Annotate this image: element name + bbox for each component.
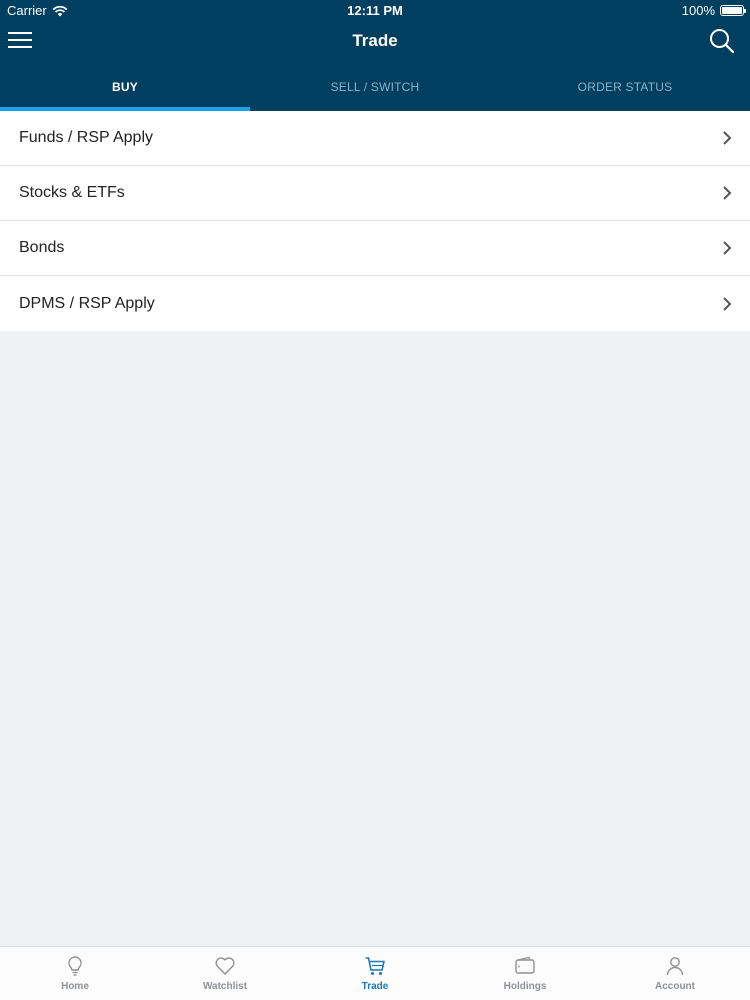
nav-bar: Trade	[0, 22, 750, 62]
bottom-tab-bar: Home Watchlist Trade Holdings Account	[0, 946, 750, 1000]
chevron-right-icon	[723, 186, 732, 200]
clock: 12:11 PM	[347, 3, 403, 18]
tab-bar-home[interactable]: Home	[0, 947, 150, 1000]
tab-order-status[interactable]: ORDER STATUS	[500, 62, 750, 111]
battery-label: 100%	[681, 3, 715, 18]
battery-icon	[720, 5, 746, 16]
tab-bar-label: Trade	[361, 981, 389, 992]
heart-icon	[215, 957, 235, 975]
list-item-dpms-rsp-apply[interactable]: DPMS / RSP Apply	[0, 276, 750, 331]
chevron-right-icon	[723, 241, 732, 255]
tab-bar-watchlist[interactable]: Watchlist	[150, 947, 300, 1000]
chevron-right-icon	[723, 131, 732, 145]
buy-options-list: Funds / RSP Apply Stocks & ETFs Bonds DP…	[0, 111, 750, 331]
tab-strip: BUY SELL / SWITCH ORDER STATUS	[0, 62, 750, 111]
cart-icon	[365, 957, 385, 975]
list-item-bonds[interactable]: Bonds	[0, 221, 750, 276]
tab-bar-trade[interactable]: Trade	[300, 947, 450, 1000]
tab-bar-label: Home	[61, 981, 89, 992]
list-item-stocks-etfs[interactable]: Stocks & ETFs	[0, 166, 750, 221]
tab-bar-label: Holdings	[503, 981, 547, 992]
list-item-label: DPMS / RSP Apply	[19, 294, 155, 312]
battery-indicator: 100%	[681, 3, 746, 18]
tab-bar-label: Account	[655, 981, 695, 992]
search-icon[interactable]	[708, 27, 736, 55]
tab-bar-account[interactable]: Account	[600, 947, 750, 1000]
lightbulb-icon	[68, 956, 82, 976]
tab-bar-label: Watchlist	[202, 981, 248, 992]
tab-bar-holdings[interactable]: Holdings	[450, 947, 600, 1000]
list-item-label: Bonds	[19, 239, 65, 256]
header: Carrier 12:11 PM 100% Trade BUY SELL / S…	[0, 0, 750, 111]
tab-sell-switch[interactable]: SELL / SWITCH	[250, 62, 500, 111]
list-item-label: Stocks & ETFs	[19, 184, 125, 201]
chevron-right-icon	[723, 296, 732, 311]
person-icon	[666, 957, 684, 976]
list-item-funds-rsp-apply[interactable]: Funds / RSP Apply	[0, 111, 750, 166]
list-item-label: Funds / RSP Apply	[19, 129, 153, 146]
status-bar: Carrier 12:11 PM 100%	[0, 0, 750, 22]
tab-buy[interactable]: BUY	[0, 62, 250, 111]
wallet-icon	[515, 956, 535, 974]
page-title: Trade	[352, 31, 398, 50]
